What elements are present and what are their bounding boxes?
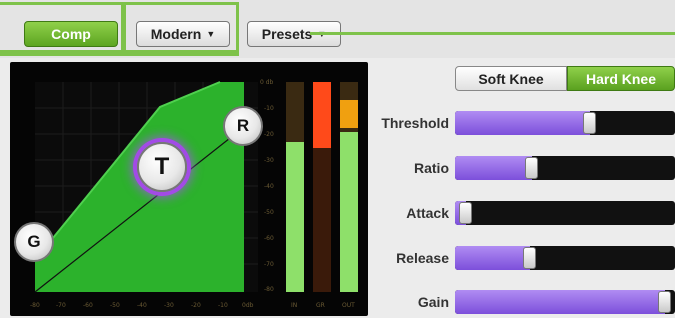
x-scale-label: -30: [164, 302, 174, 309]
gate-handle[interactable]: G: [14, 222, 54, 262]
attack-label: Attack: [406, 205, 449, 221]
gate-handle-label: G: [27, 232, 41, 251]
db-scale-label: -50: [264, 209, 274, 216]
soft-knee-label: Soft Knee: [478, 70, 544, 87]
db-scale-label: -20: [264, 131, 274, 138]
threshold-handle[interactable]: T: [137, 142, 187, 192]
meter-in: [286, 142, 304, 292]
meter-label-out: OUT: [342, 302, 355, 309]
release-slider-thumb[interactable]: [523, 247, 536, 269]
hard-knee-label: Hard Knee: [585, 70, 657, 87]
compressor-graph: 0 db -10 -20 -30 -40 -50 -60 -70 -80 -80…: [10, 62, 368, 316]
threshold-slider-thumb[interactable]: [583, 112, 596, 134]
db-scale-label: 0 db: [260, 79, 274, 86]
db-scale-label: -30: [264, 157, 274, 164]
x-scale-label: -60: [83, 302, 93, 309]
release-slider[interactable]: [455, 246, 675, 270]
ratio-handle[interactable]: R: [223, 106, 263, 146]
highlight-box-comp: [0, 2, 124, 53]
meter-gr: [313, 82, 331, 148]
ratio-slider-thumb[interactable]: [525, 157, 538, 179]
x-scale-label: -80: [30, 302, 40, 309]
level-meters: [286, 82, 358, 292]
presets-dropdown-label: Presets: [261, 26, 313, 42]
meter-out: [340, 132, 358, 292]
release-slider-fill: [455, 246, 530, 270]
attack-slider[interactable]: [455, 201, 675, 225]
threshold-slider-fill: [455, 111, 590, 135]
threshold-label: Threshold: [381, 115, 449, 131]
ratio-label: Ratio: [414, 160, 449, 176]
gain-label: Gain: [417, 294, 449, 310]
release-label: Release: [396, 250, 449, 266]
transfer-curve-svg: [34, 81, 358, 293]
db-scale-label: -10: [264, 105, 274, 112]
soft-knee-button[interactable]: Soft Knee: [455, 66, 567, 91]
threshold-slider[interactable]: [455, 111, 675, 135]
db-scale-label: -60: [264, 235, 274, 242]
attack-slider-thumb[interactable]: [459, 202, 472, 224]
x-scale-label: -20: [191, 302, 201, 309]
ratio-slider-fill: [455, 156, 532, 180]
x-scale-label: 0db: [242, 302, 254, 309]
x-scale-label: -50: [110, 302, 120, 309]
x-scale-label: -40: [137, 302, 147, 309]
highlight-box-mode: [123, 2, 239, 53]
meter-label-gr: GR: [316, 302, 325, 309]
x-scale-label: -70: [56, 302, 66, 309]
highlight-line-right: [310, 32, 675, 35]
db-scale-label: -40: [264, 183, 274, 190]
x-scale-label: -10: [218, 302, 228, 309]
meter-label-in: IN: [291, 302, 298, 309]
db-scale-label: -80: [264, 286, 274, 293]
hard-knee-button[interactable]: Hard Knee: [567, 66, 675, 91]
ratio-slider[interactable]: [455, 156, 675, 180]
highlight-line-bottom: [0, 53, 239, 56]
ratio-handle-label: R: [236, 116, 250, 135]
gain-slider-fill: [455, 290, 665, 314]
db-scale-label: -70: [264, 261, 274, 268]
gain-slider[interactable]: [455, 290, 675, 314]
threshold-handle-label: T: [154, 153, 170, 180]
gain-slider-thumb[interactable]: [658, 291, 671, 313]
